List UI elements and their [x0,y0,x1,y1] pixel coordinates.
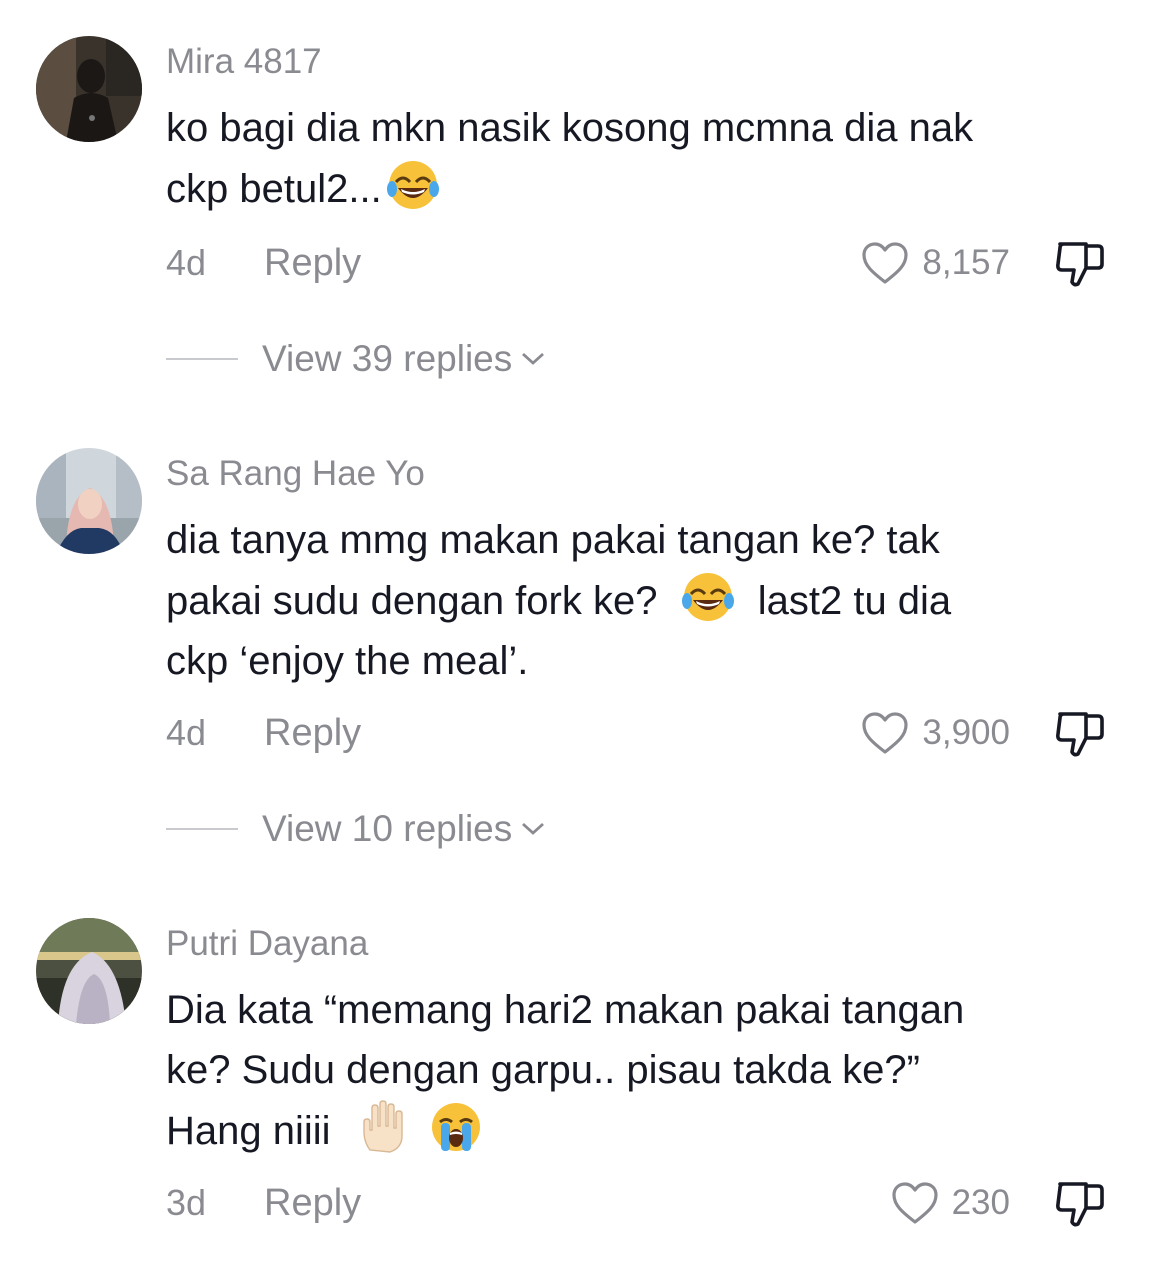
face-with-tears-of-joy-icon [386,158,440,212]
dislike-button[interactable] [1052,708,1108,760]
face-with-tears-of-joy-icon [681,570,735,624]
comment-text-segment: pakai sudu dengan fork ke? [166,579,658,623]
comment-text-line: ckp ‘enjoy the meal’. [166,639,529,683]
comment-text-line: ckp betul2... [166,158,1126,219]
thumbs-down-icon [1056,1182,1104,1227]
comment-age: 4d [166,242,207,283]
loudly-crying-face-icon [429,1100,483,1154]
view-replies-label: View 10 replies [262,808,513,849]
reply-button[interactable]: Reply [264,708,361,758]
view-replies-label: View 39 replies [262,338,513,379]
heart-outline-icon [891,1182,938,1224]
like-button[interactable]: 3,900 [860,708,1010,758]
comment-age: 4d [166,712,207,753]
divider [166,358,238,360]
comment-text-segment: ckp betul2... [166,167,382,211]
thumbs-down-icon [1056,712,1104,757]
comment-actions: 4d Reply 3,900 [0,708,1153,758]
like-count: 230 [951,1183,1010,1222]
avatar[interactable] [36,36,142,142]
dislike-button[interactable] [1052,238,1108,290]
comment-text-line: dia tanya mmg makan pakai tangan ke? tak [166,518,940,562]
comment-text: ko bagi dia mkn nasik kosong mcmna dia n… [166,98,1126,219]
heart-outline-icon [862,242,909,284]
raised-hand-icon [356,1100,410,1154]
divider [166,828,238,830]
comment-age: 3d [166,1182,207,1223]
chevron-down-icon [522,352,545,365]
comment-text: dia tanya mmg makan pakai tangan ke? tak… [166,510,1126,691]
dislike-button[interactable] [1052,1178,1108,1230]
avatar[interactable] [36,448,142,554]
comment-username[interactable]: Putri Dayana [166,924,368,964]
comment-text-line: pakai sudu dengan fork ke? last2 tu dia [166,570,1126,631]
comment-username[interactable]: Mira 4817 [166,42,322,82]
like-count: 8,157 [922,243,1010,282]
thumbs-down-icon [1056,242,1104,287]
reply-button[interactable]: Reply [264,238,361,288]
comment-text-line: Hang niiii [166,1100,1126,1161]
avatar-image [36,448,142,554]
like-button[interactable]: 230 [890,1178,1010,1228]
view-replies-button[interactable]: View 10 replies [166,804,548,854]
reply-button[interactable]: Reply [264,1178,361,1228]
comment-username[interactable]: Sa Rang Hae Yo [166,454,425,494]
comment-text: Dia kata “memang hari2 makan pakai tanga… [166,980,1126,1161]
comment-text-line: ke? Sudu dengan garpu.. pisau takda ke?” [166,1048,920,1092]
avatar-image [36,918,142,1024]
chevron-down-icon [522,822,545,835]
heart-outline-icon [862,712,909,754]
comment-text-segment: Hang niiii [166,1109,331,1153]
avatar[interactable] [36,918,142,1024]
comment-text-segment: last2 tu dia [757,579,952,623]
comment-text-line: Dia kata “memang hari2 makan pakai tanga… [166,988,965,1032]
comment-actions: 4d Reply 8,157 [0,238,1153,288]
comment-actions: 3d Reply 230 [0,1178,1153,1228]
like-button[interactable]: 8,157 [860,238,1010,288]
view-replies-button[interactable]: View 39 replies [166,334,548,384]
comment-text-line: ko bagi dia mkn nasik kosong mcmna dia n… [166,106,974,150]
avatar-image [36,36,142,142]
like-count: 3,900 [922,713,1010,752]
